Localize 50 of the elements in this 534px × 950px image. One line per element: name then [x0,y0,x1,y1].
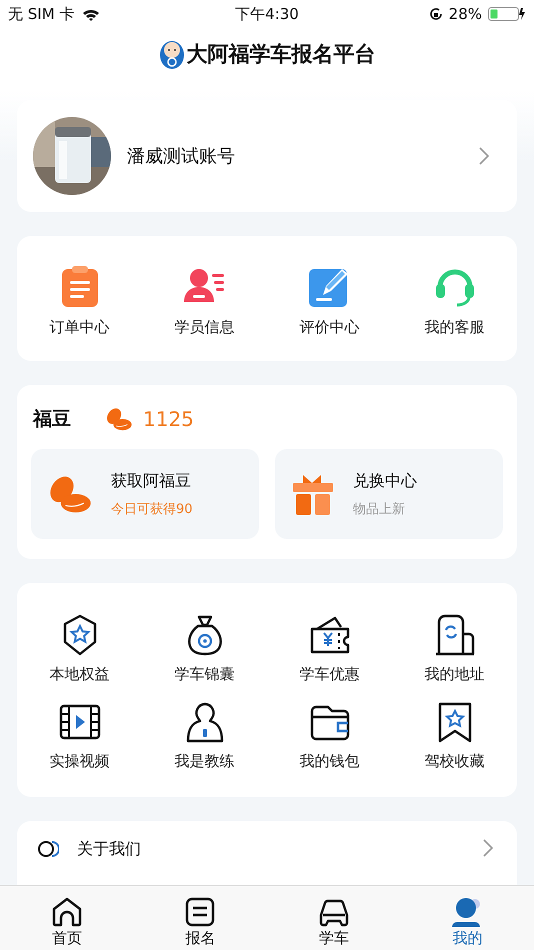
mascot-logo [158,39,184,69]
service-label[interactable]: 我的地址 [424,665,484,684]
wallet-icon [308,703,350,741]
tile-title: 获取阿福豆 [111,470,192,492]
coupon-icon [308,615,350,655]
tab[interactable]: 我的 [400,886,534,950]
about-label: 关于我们 [77,839,142,860]
tab[interactable]: 首页 [0,886,134,950]
tile-subtitle: 物品上新 [353,500,406,518]
service-label[interactable]: 驾校收藏 [424,752,484,771]
car-icon [318,899,350,927]
building-icon [434,614,474,656]
wifi-icon [82,8,100,20]
document-icon [185,897,216,927]
clock: 下午4:30 [235,4,299,24]
service-label[interactable]: 本地权益 [50,665,110,684]
service-label[interactable]: 学车锦囊 [174,665,234,684]
account-name: 潘威测试账号 [127,145,236,168]
points-title: 福豆 [33,407,71,432]
service-label[interactable]: 学车优惠 [300,665,360,684]
service-label[interactable]: 我的钱包 [300,752,360,771]
bookmark-star-icon [436,701,472,743]
gift-icon [291,472,335,516]
person-list-icon [184,268,226,304]
tile-subtitle: 今日可获得90 [111,500,193,518]
rotation-lock-icon [428,7,443,21]
app-title: 大阿福学车报名平台 [186,41,376,68]
about-row[interactable]: 关于我们 [17,821,517,885]
tab[interactable]: 学车 [267,886,400,950]
action-label[interactable]: 学员信息 [174,318,234,337]
tab[interactable]: 报名 [134,886,267,950]
film-icon [58,704,100,740]
service-label[interactable]: 我是教练 [174,752,234,771]
battery-icon [488,7,526,21]
battery-percent: 28% [448,5,482,23]
person-icon [186,701,224,743]
clipboard-icon [60,265,98,307]
action-label[interactable]: 我的客服 [424,318,484,337]
points-tile[interactable]: 获取阿福豆 今日可获得90 [31,449,259,539]
points-value: 1125 [143,407,194,431]
tile-title: 兑换中心 [353,470,417,492]
points-tile[interactable]: 兑换中心 物品上新 [275,449,503,539]
chevron-right-icon [483,839,493,857]
money-bag-icon [186,614,224,656]
action-label[interactable]: 订单中心 [50,318,110,337]
action-label[interactable]: 评价中心 [300,318,360,337]
carrier: 无 SIM 卡 [8,4,74,24]
chevron-right-icon [479,147,489,165]
service-label[interactable]: 实操视频 [50,752,110,771]
home-icon [50,897,83,927]
